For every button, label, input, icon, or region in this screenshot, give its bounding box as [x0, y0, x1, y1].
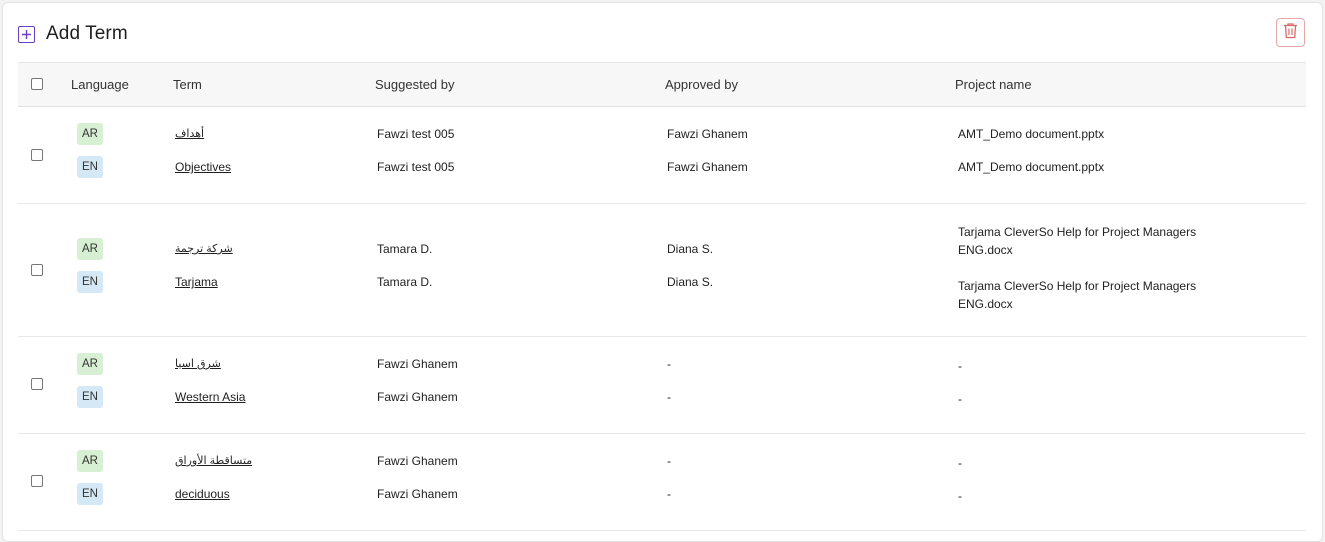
suggested-by: Fawzi Ghanem [377, 357, 458, 371]
approved-by: Fawzi Ghanem [667, 160, 748, 174]
suggested-by: Fawzi test 005 [377, 160, 455, 174]
row-checkbox[interactable] [31, 475, 43, 487]
suggested-by: Fawzi Ghanem [377, 454, 458, 468]
suggested-by: Tamara D. [377, 275, 433, 289]
project-name: Tarjama CleverSo Help for Project Manage… [958, 279, 1197, 311]
language-badge: AR [77, 238, 103, 260]
language-badge: EN [77, 156, 103, 178]
project-name: AMT_Demo document.pptx [958, 127, 1105, 141]
suggested-by: Fawzi Ghanem [377, 390, 458, 404]
term-link[interactable]: deciduous [175, 487, 230, 501]
language-badge: AR [77, 123, 103, 145]
add-term-button[interactable]: Add Term [18, 23, 128, 45]
column-project-name: Project name [955, 77, 1032, 92]
table-row: AR شرق اسيا Fawzi Ghanem - - EN Western … [18, 337, 1306, 434]
term-link[interactable]: أهداف [175, 127, 204, 140]
project-name: - [958, 456, 962, 470]
table-row: AR أهداف Fawzi test 005 Fawzi Ghanem AMT… [18, 107, 1306, 204]
term-link[interactable]: Tarjama [175, 275, 218, 289]
suggested-by: Fawzi Ghanem [377, 487, 458, 501]
row-checkbox[interactable] [31, 264, 43, 276]
approved-by: - [667, 487, 671, 501]
approved-by: Fawzi Ghanem [667, 127, 748, 141]
term-link[interactable]: Western Asia [175, 390, 245, 404]
term-link[interactable]: شرق اسيا [175, 357, 221, 370]
term-link[interactable]: متساقطة الأوراق [175, 454, 252, 467]
table-row: AR شركة ترجمة Tamara D. Diana S. Tarjama… [18, 204, 1306, 337]
suggested-by: Fawzi test 005 [377, 127, 455, 141]
approved-by: - [667, 357, 671, 371]
approved-by: Diana S. [667, 275, 714, 289]
language-badge: AR [77, 353, 103, 375]
column-language: Language [71, 77, 129, 92]
column-term: Term [173, 77, 202, 92]
terms-table: Language Term Suggested by Approved by P… [18, 62, 1306, 531]
column-approved-by: Approved by [665, 77, 738, 92]
glossary-panel: Add Term Language Term Suggested by Appr… [2, 2, 1323, 542]
project-name: Tarjama CleverSo Help for Project Manage… [958, 225, 1197, 257]
column-suggested-by: Suggested by [375, 77, 455, 92]
project-name: - [958, 392, 962, 406]
language-badge: EN [77, 271, 103, 293]
approved-by: - [667, 454, 671, 468]
suggested-by: Tamara D. [377, 242, 433, 256]
approved-by: Diana S. [667, 242, 714, 256]
row-checkbox[interactable] [31, 378, 43, 390]
language-badge: AR [77, 450, 103, 472]
approved-by: - [667, 390, 671, 404]
project-name: - [958, 359, 962, 373]
trash-icon [1283, 22, 1298, 44]
add-term-label: Add Term [46, 23, 128, 44]
project-name: AMT_Demo document.pptx [958, 160, 1105, 174]
table-row: AR متساقطة الأوراق Fawzi Ghanem - - EN d… [18, 434, 1306, 531]
language-badge: EN [77, 386, 103, 408]
delete-button[interactable] [1276, 18, 1305, 47]
plus-square-icon [18, 25, 35, 43]
term-link[interactable]: شركة ترجمة [175, 242, 233, 255]
row-checkbox[interactable] [31, 149, 43, 161]
language-badge: EN [77, 483, 103, 505]
project-name: - [958, 489, 962, 503]
select-all-checkbox[interactable] [31, 78, 43, 90]
table-header: Language Term Suggested by Approved by P… [18, 62, 1306, 107]
term-link[interactable]: Objectives [175, 160, 231, 174]
